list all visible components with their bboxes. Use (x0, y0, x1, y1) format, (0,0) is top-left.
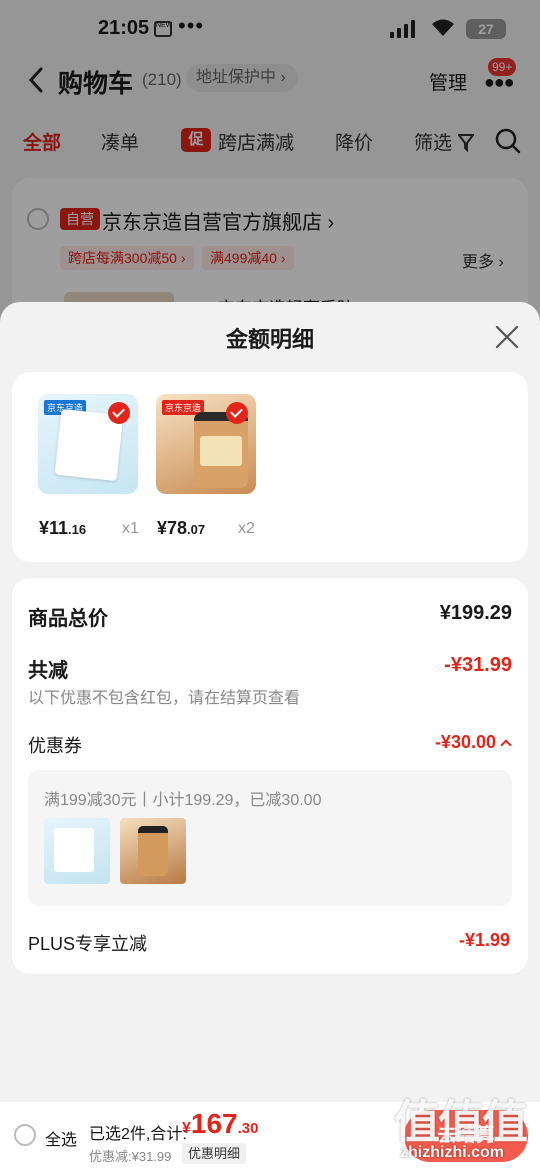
close-icon[interactable] (494, 324, 520, 350)
discount-note: 以下优惠不包含红包，请在结算页查看 (28, 690, 301, 707)
site-watermark: 值值值 zhizhizhi.com (394, 1086, 540, 1170)
checkmark-icon (226, 402, 248, 424)
watermark-url: zhizhizhi.com (400, 1144, 504, 1161)
item-price: ¥78.07 (157, 518, 205, 539)
item-quantity: x2 (238, 520, 255, 537)
product-box-graphic (54, 828, 94, 872)
discount-value: -¥31.99 (444, 654, 512, 676)
discount-summary: 优惠减:¥31.99 (89, 1149, 172, 1164)
item-quantity: x1 (122, 520, 139, 537)
amount-detail-sheet: 金额明细 京东京造 京东京造 ¥11.16 x1 ¥78.07 x2 商品总价 … (0, 302, 540, 1102)
selected-summary: 已选2件,合计: (89, 1126, 187, 1143)
select-all-radio[interactable] (14, 1124, 36, 1146)
product-thumbnail (120, 818, 186, 884)
nut-jar-graphic (138, 826, 168, 876)
chevron-up-icon (500, 739, 512, 751)
coupon-detail-box: 满199减30元丨小计199.29，已减30.00 (28, 770, 512, 906)
coupon-label: 优惠券 (28, 736, 82, 756)
product-thumbnail (44, 818, 110, 884)
product-image[interactable]: 京东京造 (156, 394, 256, 494)
coupon-value: -¥30.00 (434, 732, 496, 752)
product-image[interactable]: 京东京造 (38, 394, 138, 494)
item-price: ¥11.16 (39, 518, 86, 539)
plus-discount-label: PLUS专享立减 (28, 934, 148, 954)
coupon-detail-text: 满199减30元丨小计199.29，已减30.00 (44, 792, 322, 809)
total-dec: .30 (237, 1120, 259, 1137)
checkmark-icon (108, 402, 130, 424)
discount-detail-button[interactable]: 优惠明细 (182, 1143, 247, 1164)
total-int: 167 (190, 1108, 238, 1139)
item-price-dec: .07 (187, 522, 206, 537)
item-price-int: ¥11 (39, 518, 69, 538)
watermark-logo: 值值值 (394, 1096, 528, 1148)
select-all-label[interactable]: 全选 (45, 1126, 77, 1150)
item-price-dec: .16 (68, 522, 87, 537)
total-price: ¥167.30 (182, 1108, 258, 1140)
sheet-title: 金额明细 (225, 327, 314, 352)
discount-label: 共减 (28, 660, 68, 682)
item-price-int: ¥78 (157, 518, 188, 538)
total-label: 商品总价 (28, 608, 108, 630)
total-value: ¥199.29 (439, 602, 512, 624)
jar-label-graphic (200, 436, 242, 466)
coupon-toggle[interactable]: -¥30.00 (434, 732, 512, 753)
selected-items-card: 京东京造 京东京造 ¥11.16 x1 ¥78.07 x2 (12, 372, 528, 562)
price-breakdown-card: 商品总价 ¥199.29 共减 -¥31.99 以下优惠不包含红包，请在结算页查… (12, 578, 528, 974)
total-currency: ¥ (182, 1120, 191, 1137)
plus-discount-value: -¥1.99 (458, 930, 510, 950)
